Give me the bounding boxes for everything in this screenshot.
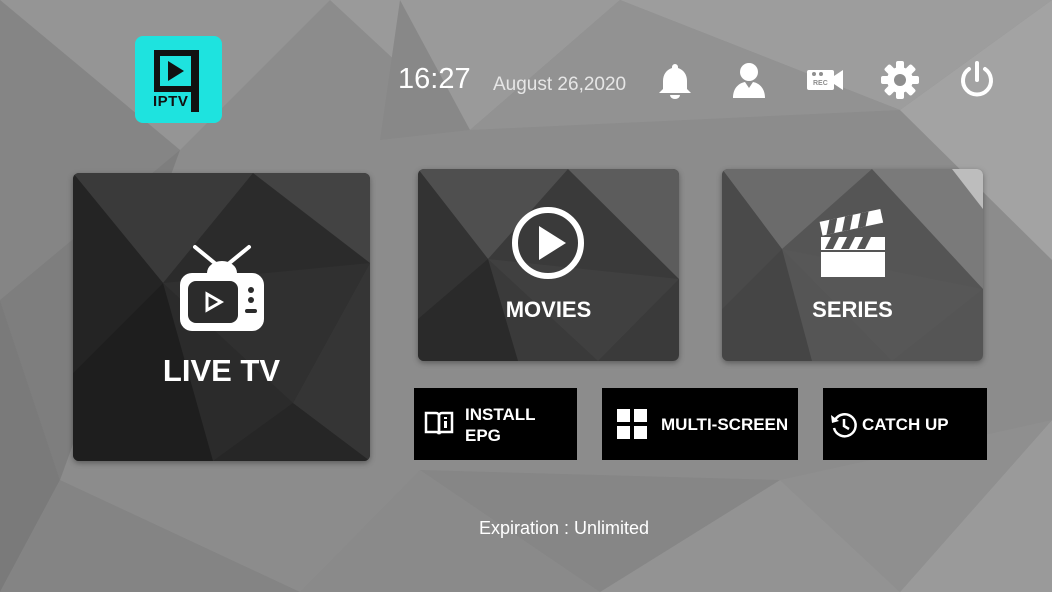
gear-icon[interactable] xyxy=(880,60,920,100)
series-label: SERIES xyxy=(812,297,893,322)
book-icon xyxy=(424,411,454,435)
grid-icon xyxy=(617,409,647,439)
multi-screen-button[interactable]: MULTI-SCREEN xyxy=(602,388,798,460)
power-icon[interactable] xyxy=(957,60,997,100)
rec-badge: REC xyxy=(813,80,828,87)
catch-up-label: CATCH UP xyxy=(862,415,949,434)
live-tv-label: LIVE TV xyxy=(162,353,281,388)
current-date: August 26,2020 xyxy=(493,74,627,95)
play-icon xyxy=(512,207,584,279)
live-tv-tile[interactable]: LIVE TV xyxy=(73,173,370,461)
movies-tile[interactable]: MOVIES xyxy=(418,169,679,361)
logo-text: IPTV xyxy=(153,93,189,110)
multi-screen-label: MULTI-SCREEN xyxy=(661,415,789,434)
install-epg-label-line1: INSTALL xyxy=(465,405,536,424)
history-icon xyxy=(831,413,857,438)
expiration-text: Expiration : Unlimited xyxy=(478,518,650,538)
user-icon[interactable] xyxy=(729,60,769,100)
bell-icon[interactable] xyxy=(655,60,695,100)
clapperboard-icon xyxy=(819,208,885,277)
record-icon[interactable]: REC xyxy=(805,60,845,100)
app-logo: IPTV xyxy=(135,36,222,123)
tv-icon xyxy=(180,245,264,331)
install-epg-button[interactable]: INSTALL EPG xyxy=(414,388,577,460)
catch-up-button[interactable]: CATCH UP xyxy=(823,388,987,460)
series-tile[interactable]: SERIES xyxy=(722,169,983,361)
clock-time: 16:27 xyxy=(398,63,471,95)
install-epg-label-line2: EPG xyxy=(465,426,501,445)
movies-label: MOVIES xyxy=(505,297,592,322)
